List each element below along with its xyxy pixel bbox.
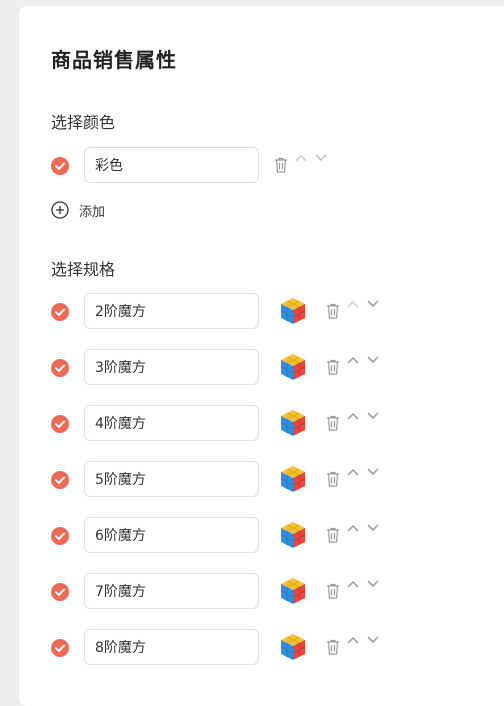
move-down-icon[interactable] [315, 153, 327, 163]
trash-icon[interactable] [326, 471, 340, 487]
rubiks-cube-8x8-image[interactable] [279, 632, 307, 662]
spec-option-row [0, 516, 504, 556]
trash-icon[interactable] [326, 583, 340, 599]
color-option-row [0, 146, 504, 186]
spec-value-input[interactable] [84, 573, 259, 609]
move-up-icon[interactable] [347, 635, 359, 645]
move-up-icon[interactable] [347, 523, 359, 533]
rubiks-cube-7x7-image[interactable] [279, 576, 307, 606]
move-down-icon[interactable] [367, 635, 379, 645]
checked-icon[interactable] [51, 157, 69, 175]
rubiks-cube-3x3-image[interactable] [279, 352, 307, 382]
spec-value-input[interactable] [84, 349, 259, 385]
add-label: 添加 [79, 205, 106, 220]
rubiks-cube-6x6-image[interactable] [279, 520, 307, 550]
move-up-icon[interactable] [347, 411, 359, 421]
rubiks-cube-5x5-image[interactable] [279, 464, 307, 494]
move-up-icon[interactable] [347, 299, 359, 309]
move-down-icon[interactable] [367, 523, 379, 533]
trash-icon[interactable] [326, 415, 340, 431]
checked-icon[interactable] [51, 415, 69, 433]
trash-icon[interactable] [326, 359, 340, 375]
checked-icon[interactable] [51, 639, 69, 657]
spec-value-input[interactable] [84, 461, 259, 497]
checked-icon[interactable] [51, 527, 69, 545]
spec-option-row [0, 460, 504, 500]
move-up-icon[interactable] [347, 467, 359, 477]
rubiks-cube-2x2-image[interactable] [279, 296, 307, 326]
trash-icon[interactable] [274, 157, 288, 173]
color-value-input[interactable] [84, 147, 259, 183]
move-down-icon[interactable] [367, 579, 379, 589]
add-color-button[interactable]: 添加 [51, 200, 171, 220]
rubiks-cube-4x4-image[interactable] [279, 408, 307, 438]
checked-icon[interactable] [51, 583, 69, 601]
move-up-icon[interactable] [347, 579, 359, 589]
checked-icon[interactable] [51, 303, 69, 321]
trash-icon[interactable] [326, 527, 340, 543]
spec-section-label: 选择规格 [51, 260, 116, 279]
trash-icon[interactable] [326, 303, 340, 319]
spec-value-input[interactable] [84, 517, 259, 553]
move-up-icon[interactable] [347, 355, 359, 365]
move-up-icon[interactable] [295, 153, 307, 163]
spec-option-row [0, 292, 504, 332]
spec-value-input[interactable] [84, 405, 259, 441]
plus-circle-icon [51, 201, 69, 219]
checked-icon[interactable] [51, 471, 69, 489]
spec-option-row [0, 572, 504, 612]
spec-value-input[interactable] [84, 293, 259, 329]
spec-option-row [0, 628, 504, 668]
trash-icon[interactable] [326, 639, 340, 655]
checked-icon[interactable] [51, 359, 69, 377]
move-down-icon[interactable] [367, 467, 379, 477]
move-down-icon[interactable] [367, 299, 379, 309]
move-down-icon[interactable] [367, 411, 379, 421]
spec-option-row [0, 348, 504, 388]
page-title: 商品销售属性 [51, 48, 177, 72]
spec-value-input[interactable] [84, 629, 259, 665]
color-section-label: 选择颜色 [51, 113, 116, 132]
spec-option-row [0, 404, 504, 444]
move-down-icon[interactable] [367, 355, 379, 365]
